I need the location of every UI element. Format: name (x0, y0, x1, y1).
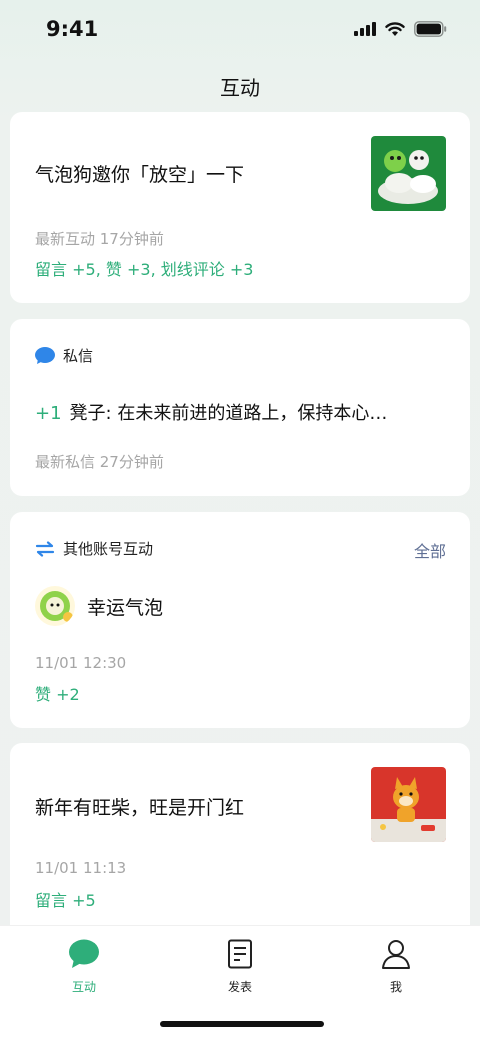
message-bubble-icon (35, 346, 55, 364)
tab-interactions[interactable]: 互动 (44, 938, 124, 995)
comment-count: 留言 +5 (35, 891, 96, 910)
tab-me[interactable]: 我 (356, 938, 436, 995)
status-icons (354, 21, 447, 37)
avatar (35, 586, 75, 626)
tab-label: 我 (389, 980, 402, 994)
dm-time: 最新私信 27分钟前 (35, 453, 164, 471)
home-indicator (160, 1021, 324, 1027)
account-name: 幸运气泡 (87, 596, 164, 619)
other-account-like-count: 赞 +2 (35, 685, 80, 704)
interaction-card-article[interactable]: 新年有旺柴，旺是开门红 11/01 11:13 留言 +5 (10, 743, 470, 943)
other-account-header-label: 其他账号互动 (63, 540, 154, 558)
tab-label: 互动 (71, 980, 96, 994)
account-row[interactable]: 幸运气泡 (35, 586, 163, 626)
see-all-link[interactable]: 全部 (414, 538, 446, 562)
highlight-comment-count: 划线评论 +3 (160, 260, 254, 279)
last-interaction-time: 最新互动 17分钟前 (35, 230, 164, 248)
document-icon (228, 939, 252, 969)
like-count: 赞 +3 (105, 260, 151, 279)
article-thumbnail (371, 136, 446, 211)
interaction-stats: 留言 +5, 赞 +3, 划线评论 +3 (35, 256, 253, 280)
wifi-icon (385, 21, 405, 36)
person-icon (382, 940, 410, 969)
chat-bubble-icon (69, 939, 99, 968)
status-bar: 9:41 (0, 0, 480, 60)
dm-latest-message: +1 凳子: 在未来前进的道路上，保持本心… (35, 399, 387, 425)
tab-publish[interactable]: 发表 (200, 938, 280, 995)
signal-icon (354, 22, 376, 36)
status-time: 9:41 (46, 17, 99, 41)
interaction-card-article[interactable]: 气泡狗邀你「放空」一下 最新互动 17分钟前 留言 +5, 赞 +3, 划线评论… (10, 112, 470, 303)
article-time: 11/01 11:13 (35, 859, 127, 877)
other-account-header: 其他账号互动 (35, 538, 153, 559)
separator: , (150, 260, 156, 279)
article-title: 气泡狗邀你「放空」一下 (35, 164, 245, 186)
dm-header-label: 私信 (63, 347, 94, 365)
other-account-card[interactable]: 其他账号互动 全部 幸运气泡 11/01 12:30 赞 +2 (10, 512, 470, 728)
battery-icon (414, 21, 447, 37)
dm-unread-count: +1 (35, 403, 62, 424)
article-title: 新年有旺柴，旺是开门红 (35, 797, 245, 819)
dm-message-text: 凳子: 在未来前进的道路上，保持本心… (69, 403, 388, 424)
dm-header: 私信 (35, 345, 93, 366)
tab-label: 发表 (227, 980, 252, 994)
article-thumbnail (371, 767, 446, 842)
comment-count: 留言 +5 (35, 260, 96, 279)
switch-arrows-icon (35, 540, 55, 557)
other-account-time: 11/01 12:30 (35, 654, 127, 672)
direct-messages-card[interactable]: 私信 +1 凳子: 在未来前进的道路上，保持本心… 最新私信 27分钟前 (10, 319, 470, 496)
separator: , (95, 260, 101, 279)
page-title: 互动 (220, 76, 260, 100)
